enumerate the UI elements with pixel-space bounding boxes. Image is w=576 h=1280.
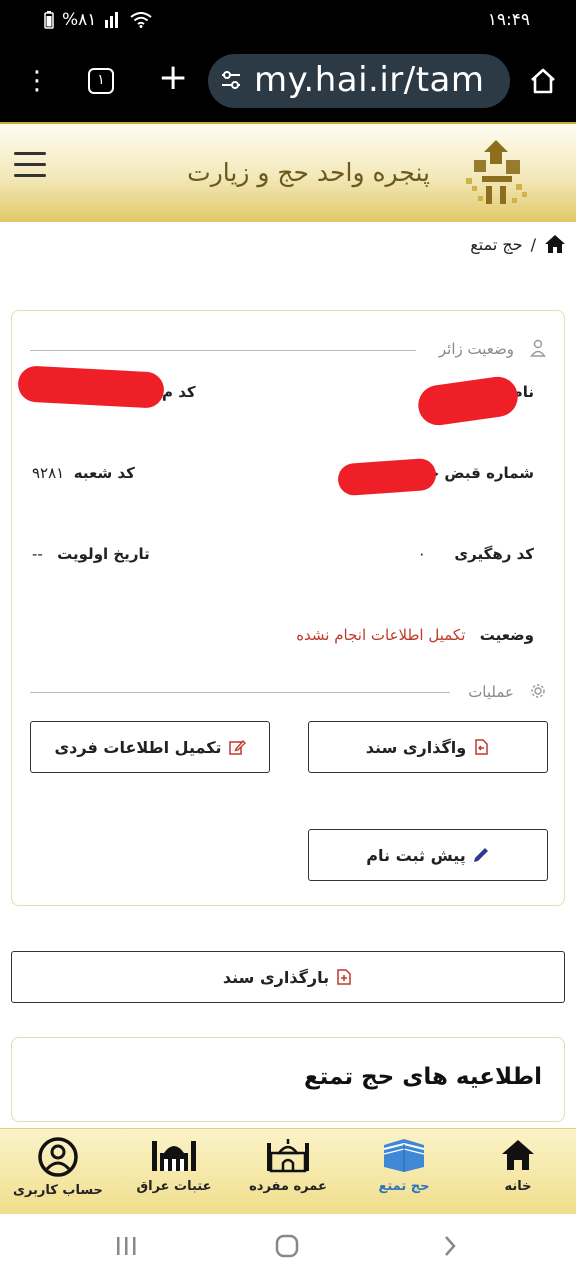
tab-count: ۱ [97, 72, 105, 88]
system-navigation-bar [0, 1214, 576, 1280]
status-value: تکمیل اطلاعات انجام نشده [296, 626, 466, 644]
battery-icon [44, 11, 54, 29]
breadcrumb-current: حج تمتع [470, 234, 523, 254]
branch-code-value: ۹۲۸۱ [32, 464, 65, 482]
wifi-icon [130, 12, 153, 28]
breadcrumb-separator: / [530, 234, 536, 254]
signal-icon [105, 12, 119, 28]
redacted-receipt [337, 457, 437, 497]
section-divider [30, 350, 416, 351]
nav-home[interactable]: خانه [468, 1137, 568, 1194]
tracking-code-value: ۰ [417, 545, 426, 563]
home-icon [502, 1140, 534, 1170]
pilgrim-card: وضعیت زائر نام کد م شماره قبض حج کد شعبه… [11, 310, 565, 906]
url-text[interactable]: my.hai.ir/tam [254, 60, 485, 100]
code-field: کد م [162, 383, 196, 401]
tabs-icon[interactable]: ۱ [88, 68, 114, 94]
upload-document-button[interactable]: بارگذاری سند [11, 951, 565, 1003]
status-label: وضعیت [479, 626, 534, 644]
announcements-card: اطلاعیه های حج تمتع [11, 1037, 565, 1122]
redacted-code [17, 365, 165, 409]
transfer-document-button[interactable]: واگذاری سند [308, 721, 548, 773]
edit-icon [228, 739, 246, 755]
pencil-icon [473, 848, 488, 862]
nav-umrah-label: عمره مفرده [249, 1179, 327, 1194]
nav-umrah[interactable]: عمره مفرده [238, 1137, 338, 1194]
site-title: پنجره واحد حج و زیارت [187, 158, 430, 187]
tracking-code-label: کد رهگیری [454, 545, 534, 563]
shrine-icon [152, 1141, 196, 1171]
priority-date-label: تاریخ اولویت [57, 545, 150, 563]
complete-info-button[interactable]: تکمیل اطلاعات فردی [30, 721, 270, 773]
kaaba-icon [383, 1139, 425, 1172]
home-icon[interactable] [544, 234, 566, 254]
complete-info-label: تکمیل اطلاعات فردی [54, 737, 222, 757]
back-icon[interactable] [438, 1234, 462, 1258]
user-circle-icon [38, 1137, 78, 1177]
priority-date-field: تاریخ اولویت -- [32, 545, 150, 563]
file-add-icon [337, 969, 351, 985]
nav-home-label: خانه [504, 1179, 532, 1194]
gear-icon [531, 684, 545, 698]
file-transfer-icon [475, 739, 488, 755]
status-left: %۸۱ [44, 10, 153, 30]
status-field: وضعیت تکمیل اطلاعات انجام نشده [296, 626, 534, 644]
nav-hajj-tamattu[interactable]: حج تمتع [354, 1137, 454, 1194]
pilgrim-status-title: وضعیت زائر [438, 340, 514, 358]
user-icon [530, 339, 546, 357]
browser-toolbar: ⋮ ۱ + my.hai.ir/tam [0, 40, 576, 122]
nav-iraq-shrines-label: عتبات عراق [136, 1179, 212, 1194]
home-button-icon[interactable] [275, 1234, 299, 1258]
site-header: پنجره واحد حج و زیارت [0, 122, 576, 222]
breadcrumb: / حج تمتع [470, 232, 566, 256]
announcements-title: اطلاعیه های حج تمتع [303, 1064, 542, 1090]
nav-account-label: حساب کاربری [13, 1183, 103, 1198]
nav-hajj-tamattu-label: حج تمتع [378, 1179, 430, 1194]
upload-document-label: بارگذاری سند [222, 967, 330, 987]
battery-percent: %۸۱ [62, 10, 97, 30]
menu-dots-icon[interactable]: ⋮ [24, 68, 50, 94]
priority-date-value: -- [32, 545, 43, 563]
site-settings-icon[interactable] [220, 69, 242, 91]
address-bar[interactable]: my.hai.ir/tam [208, 54, 510, 108]
redacted-name [415, 374, 521, 428]
tracking-code-field: کد رهگیری ۰ [418, 545, 534, 563]
bottom-navigation: خانه حج تمتع عمره مفرده عتبات عراق حساب … [0, 1128, 576, 1214]
section-divider [30, 692, 450, 693]
operations-title: عملیات [468, 683, 514, 701]
pre-register-button[interactable]: پیش ثبت نام [308, 829, 548, 881]
branch-code-field: کد شعبه ۹۲۸۱ [32, 464, 135, 482]
logo-icon [466, 140, 527, 204]
status-bar: %۸۱ ۱۹:۴۹ [0, 0, 576, 40]
mosque-icon [267, 1139, 309, 1173]
pre-register-label: پیش ثبت نام [366, 845, 466, 865]
plus-icon[interactable]: + [158, 60, 188, 96]
branch-code-label: کد شعبه [73, 464, 135, 482]
hamburger-menu-icon[interactable] [14, 152, 46, 178]
home-icon[interactable] [528, 66, 558, 96]
clock: ۱۹:۴۹ [487, 10, 530, 30]
nav-iraq-shrines[interactable]: عتبات عراق [124, 1137, 224, 1194]
nav-account[interactable]: حساب کاربری [8, 1137, 108, 1198]
recent-apps-icon[interactable] [114, 1234, 138, 1258]
transfer-document-label: واگذاری سند [365, 737, 467, 757]
